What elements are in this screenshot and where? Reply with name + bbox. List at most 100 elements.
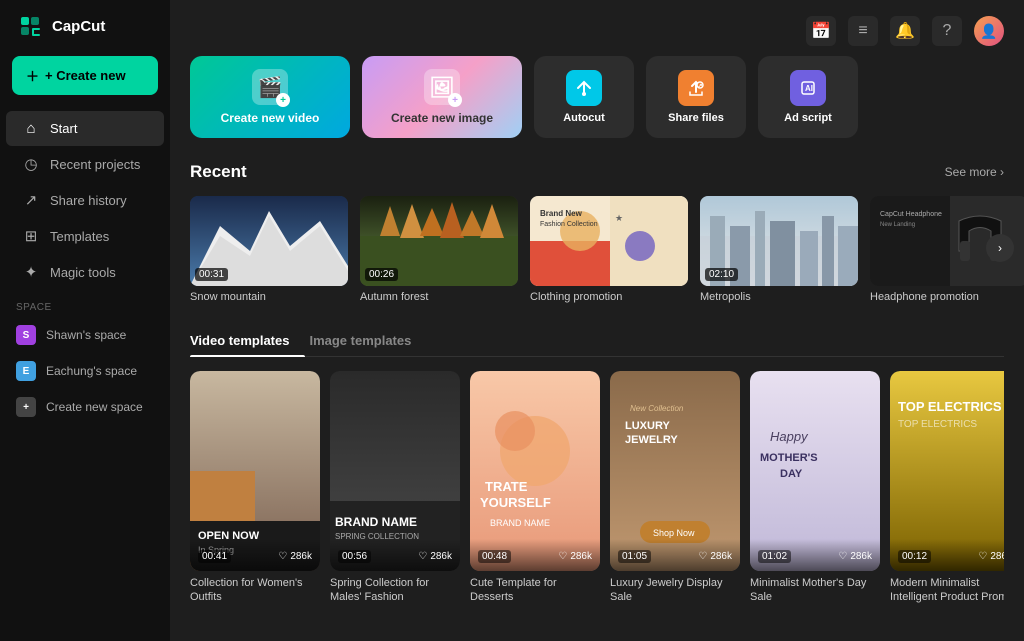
templates-icon: ⊞ [22, 227, 40, 245]
recent-duration-mountain: 00:31 [195, 268, 228, 281]
svg-text:YOURSELF: YOURSELF [480, 495, 551, 510]
template-thumb-jewelry: New Collection LUXURY JEWELRY Shop Now 0… [610, 371, 740, 571]
share-files-label: Share files [668, 112, 724, 124]
sidebar-item-share[interactable]: ↗ Share history [6, 182, 164, 218]
recent-item-snow-mountain[interactable]: 00:31 Snow mountain [190, 196, 348, 303]
template-meta-electrics: 00:12 ♡ 286k [898, 550, 1004, 563]
template-likes-mothers: ♡ 286k [838, 551, 872, 562]
svg-text:TOP ELECTRICS: TOP ELECTRICS [898, 419, 977, 430]
help-button[interactable]: ? [932, 16, 962, 46]
create-video-card[interactable]: 🎬 + Create new video [190, 56, 350, 138]
autocut-label: Autocut [563, 112, 605, 124]
template-thumb-male: BRAND NAME SPRING COLLECTION 00:56 ♡ 286… [330, 371, 460, 571]
recent-thumb-forest: 00:26 [360, 196, 518, 286]
template-overlay-male: 00:56 ♡ 286k [330, 539, 460, 571]
create-space-label: Create new space [46, 400, 143, 414]
sidebar-item-start-label: Start [50, 121, 77, 136]
heart-icon: ♡ [978, 551, 987, 562]
template-item-women[interactable]: OPEN NOW In Spring 00:41 ♡ 286k Coll [190, 371, 320, 605]
template-likes-count-electrics: 286k [990, 551, 1004, 562]
template-overlay-women: 00:41 ♡ 286k [190, 539, 320, 571]
ad-script-card[interactable]: AI Ad script [758, 56, 858, 138]
template-duration-desserts: 00:48 [478, 550, 511, 563]
template-overlay-electrics: 00:12 ♡ 286k [890, 539, 1004, 571]
recent-thumb-city: 02:10 [700, 196, 858, 286]
recent-title-city: Metropolis [700, 291, 858, 303]
recent-title-clothing: Clothing promotion [530, 291, 688, 303]
create-new-label: + Create new [45, 68, 126, 83]
menu-button[interactable]: ≡ [848, 16, 878, 46]
template-item-jewelry[interactable]: New Collection LUXURY JEWELRY Shop Now 0… [610, 371, 740, 605]
template-meta-jewelry: 01:05 ♡ 286k [618, 550, 732, 563]
create-space-icon: + [16, 397, 36, 417]
sidebar-item-magic[interactable]: ✦ Magic tools [6, 254, 164, 290]
template-tabs: Video templates Image templates [190, 325, 1004, 357]
svg-text:★: ★ [615, 213, 623, 223]
main-content: 📅 ≡ 🔔 ? 👤 🎬 + Create new video 🖼 + [170, 0, 1024, 641]
create-new-button[interactable]: ＋ + Create new [12, 56, 158, 95]
recent-item-clothing[interactable]: Brand New Fashion Collection ★ Clothing … [530, 196, 688, 303]
logo-icon [16, 12, 44, 40]
see-more-button[interactable]: See more › [945, 165, 1004, 179]
calendar-button[interactable]: 📅 [806, 16, 836, 46]
template-item-desserts[interactable]: TRATE YOURSELF BRAND NAME 00:48 ♡ 286k [470, 371, 600, 605]
share-files-card[interactable]: ↗ Share files [646, 56, 746, 138]
recent-next-button[interactable]: › [986, 234, 1014, 262]
template-meta-desserts: 00:48 ♡ 286k [478, 550, 592, 563]
template-likes-count-mothers: 286k [850, 551, 872, 562]
template-likes-desserts: ♡ 286k [558, 551, 592, 562]
template-item-mothers[interactable]: Happy MOTHER'S DAY 01:02 ♡ 286k [750, 371, 880, 605]
autocut-card[interactable]: Autocut [534, 56, 634, 138]
template-thumb-mothers: Happy MOTHER'S DAY 01:02 ♡ 286k [750, 371, 880, 571]
space-eachung-avatar: E [16, 361, 36, 381]
recent-item-metropolis[interactable]: 02:10 Metropolis [700, 196, 858, 303]
sidebar-item-templates[interactable]: ⊞ Templates [6, 218, 164, 254]
notifications-button[interactable]: 🔔 [890, 16, 920, 46]
action-cards: 🎬 + Create new video 🖼 + Create new imag… [190, 56, 1004, 138]
create-image-card[interactable]: 🖼 + Create new image [362, 56, 522, 138]
svg-text:BRAND NAME: BRAND NAME [335, 515, 417, 529]
template-overlay-desserts: 00:48 ♡ 286k [470, 539, 600, 571]
template-item-male[interactable]: BRAND NAME SPRING COLLECTION 00:56 ♡ 286… [330, 371, 460, 605]
app-name: CapCut [52, 18, 105, 35]
user-avatar[interactable]: 👤 [974, 16, 1004, 46]
template-title-male: Spring Collection for Males' Fashion [330, 576, 460, 605]
recent-header: Recent See more › [190, 162, 1004, 182]
template-likes-jewelry: ♡ 286k [698, 551, 732, 562]
heart-icon: ♡ [558, 551, 567, 562]
sidebar-nav: ⌂ Start ◷ Recent projects ↗ Share histor… [0, 111, 170, 290]
recent-thumb-clothing: Brand New Fashion Collection ★ [530, 196, 688, 286]
template-likes-count-jewelry: 286k [710, 551, 732, 562]
space-section-label: SPACE [0, 290, 170, 317]
svg-text:TOP ELECTRICS: TOP ELECTRICS [898, 399, 1002, 414]
template-meta-male: 00:56 ♡ 286k [338, 550, 452, 563]
tab-video-templates[interactable]: Video templates [190, 325, 305, 356]
sidebar-item-start[interactable]: ⌂ Start [6, 111, 164, 146]
create-space-item[interactable]: + Create new space [0, 389, 170, 425]
svg-text:LUXURY: LUXURY [625, 420, 670, 432]
tab-image-templates[interactable]: Image templates [309, 325, 427, 356]
recent-title-headphone: Headphone promotion [870, 291, 1024, 303]
svg-text:BRAND NAME: BRAND NAME [490, 518, 550, 528]
space-shawn[interactable]: S Shawn's space [0, 317, 170, 353]
svg-text:Brand New: Brand New [540, 209, 583, 218]
space-shawn-label: Shawn's space [46, 328, 126, 342]
template-overlay-jewelry: 01:05 ♡ 286k [610, 539, 740, 571]
template-duration-electrics: 00:12 [898, 550, 931, 563]
template-duration-jewelry: 01:05 [618, 550, 651, 563]
recent-section: Recent See more › [190, 162, 1004, 303]
template-thumb-electrics: TOP ELECTRICS TOP ELECTRICS 00:12 ♡ 286k [890, 371, 1004, 571]
sidebar-item-recent[interactable]: ◷ Recent projects [6, 146, 164, 182]
create-new-icon: ＋ [26, 66, 39, 85]
heart-icon: ♡ [838, 551, 847, 562]
recent-title-forest: Autumn forest [360, 291, 518, 303]
template-duration-women: 00:41 [198, 550, 231, 563]
space-eachung-label: Eachung's space [46, 364, 137, 378]
space-eachung[interactable]: E Eachung's space [0, 353, 170, 389]
recent-title: Recent [190, 162, 247, 182]
svg-text:DAY: DAY [780, 468, 803, 480]
space-shawn-avatar: S [16, 325, 36, 345]
svg-text:Shop Now: Shop Now [653, 528, 695, 538]
recent-item-autumn-forest[interactable]: 00:26 Autumn forest [360, 196, 518, 303]
template-item-electrics[interactable]: TOP ELECTRICS TOP ELECTRICS 00:12 ♡ 286k [890, 371, 1004, 605]
